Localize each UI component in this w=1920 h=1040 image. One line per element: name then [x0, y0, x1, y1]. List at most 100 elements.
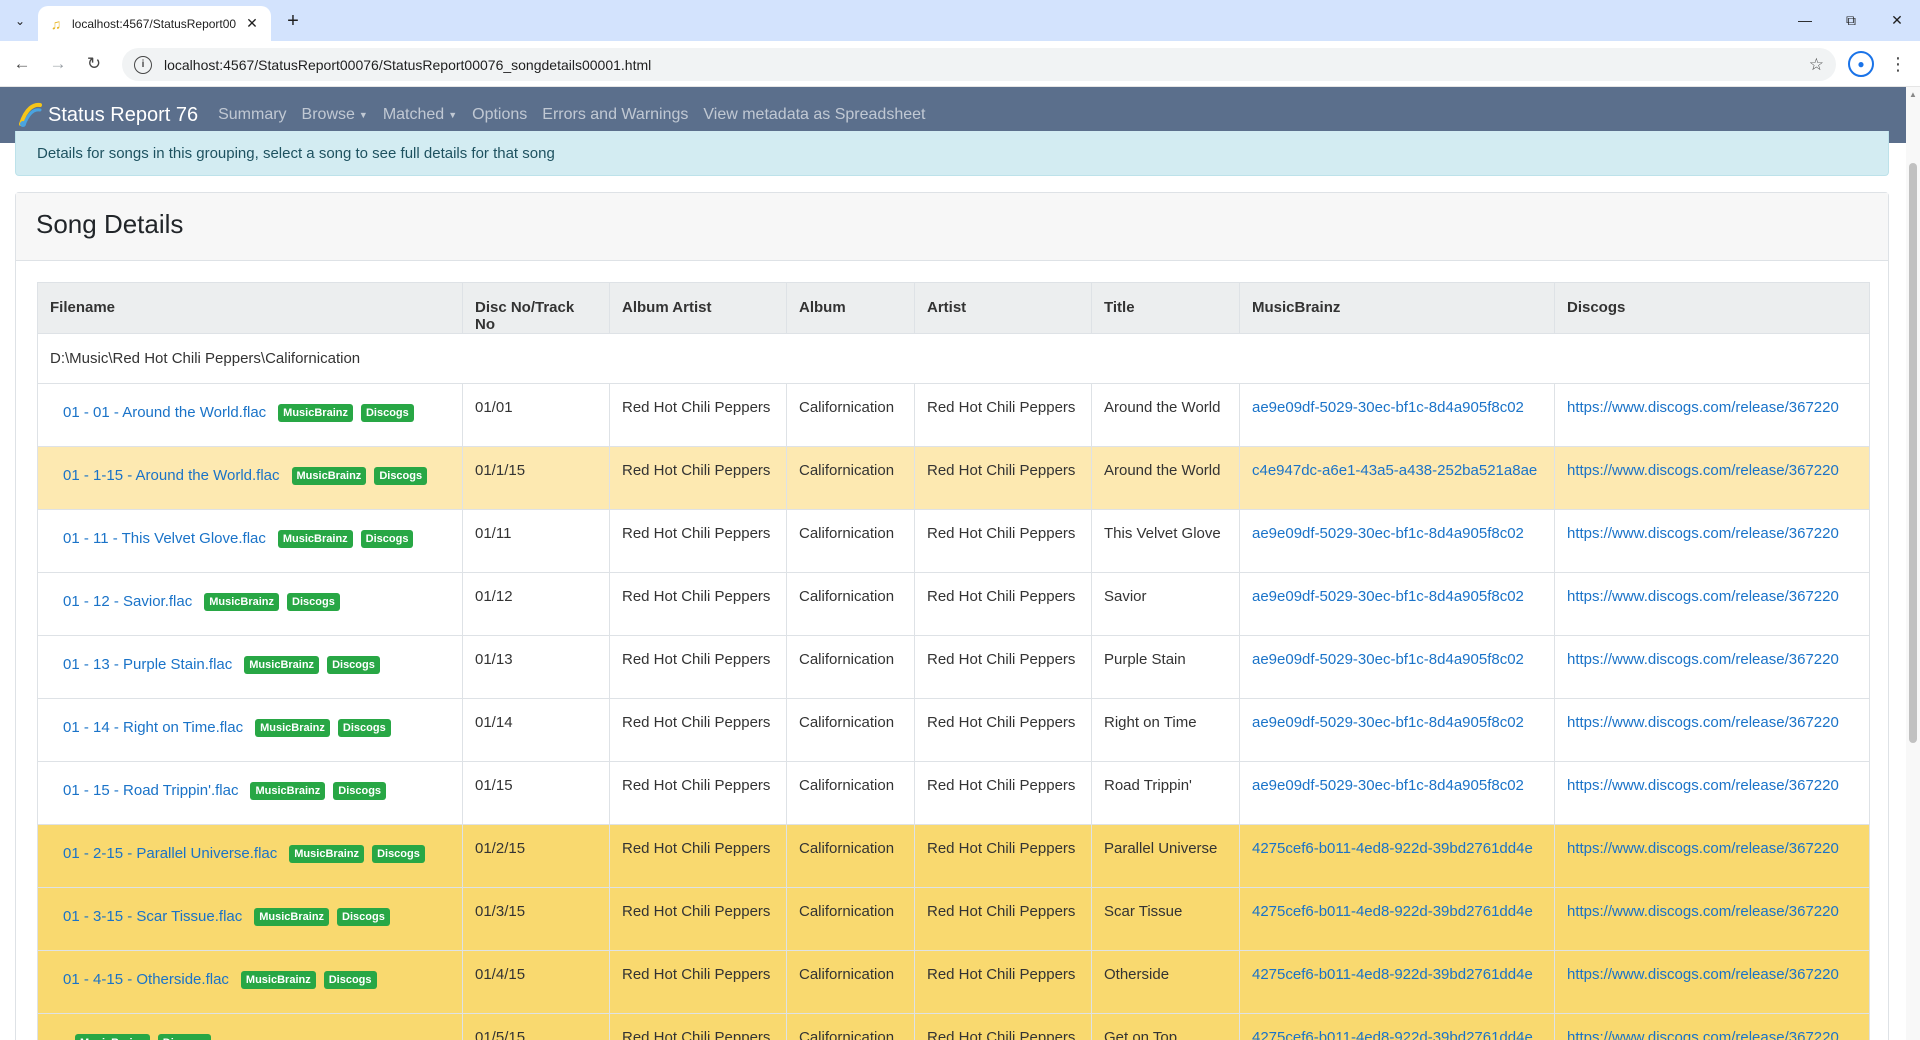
- musicbrainz-badge[interactable]: MusicBrainz: [204, 593, 280, 611]
- restore-icon[interactable]: ⧉: [1828, 6, 1874, 34]
- table-row: 01 - 1-15 - Around the World.flac MusicBr…: [37, 446, 1870, 510]
- discogs-badge[interactable]: Discogs: [287, 593, 340, 611]
- musicbrainz-link[interactable]: c4e947dc-a6e1-43a5-a438-252ba521a8ae: [1252, 462, 1542, 479]
- bookmark-star-icon[interactable]: ☆: [1809, 55, 1824, 75]
- header-disc-track[interactable]: Disc No/Track No: [462, 282, 610, 334]
- discogs-link[interactable]: https://www.discogs.com/release/367220: [1567, 1029, 1857, 1040]
- filename-link[interactable]: 01 - 3-15 - Scar Tissue.flac: [63, 908, 242, 925]
- nav-browse[interactable]: Browse ▼: [302, 106, 368, 124]
- reload-icon[interactable]: ↻: [80, 50, 108, 78]
- musicbrainz-link[interactable]: 4275cef6-b011-4ed8-922d-39bd2761dd4e: [1252, 966, 1542, 983]
- filename-link[interactable]: 01 - 01 - Around the World.flac: [63, 404, 266, 421]
- discogs-link[interactable]: https://www.discogs.com/release/367220: [1567, 525, 1857, 542]
- filename-link[interactable]: 01 - 11 - This Velvet Glove.flac: [63, 530, 266, 547]
- musicbrainz-link[interactable]: 4275cef6-b011-4ed8-922d-39bd2761dd4e: [1252, 840, 1542, 857]
- filename-link[interactable]: 01 - 14 - Right on Time.flac: [63, 719, 243, 736]
- musicbrainz-link[interactable]: ae9e09df-5029-30ec-bf1c-8d4a905f8c02: [1252, 525, 1542, 542]
- filename-link[interactable]: 01 - 2-15 - Parallel Universe.flac: [63, 845, 277, 862]
- nav-matched-label: Matched: [382, 106, 445, 123]
- close-icon[interactable]: ✕: [243, 15, 261, 33]
- musicbrainz-badge[interactable]: MusicBrainz: [255, 719, 330, 737]
- musicbrainz-link[interactable]: ae9e09df-5029-30ec-bf1c-8d4a905f8c02: [1252, 714, 1542, 731]
- header-album-artist[interactable]: Album Artist: [609, 282, 787, 334]
- header-discogs[interactable]: Discogs: [1554, 282, 1870, 334]
- musicbrainz-link[interactable]: ae9e09df-5029-30ec-bf1c-8d4a905f8c02: [1252, 399, 1542, 416]
- discogs-link[interactable]: https://www.discogs.com/release/367220: [1567, 714, 1857, 731]
- url-text[interactable]: localhost:4567/StatusReport00076/StatusR…: [164, 57, 1809, 73]
- minimize-icon[interactable]: —: [1782, 6, 1828, 34]
- group-folder-path: D:\Music\Red Hot Chili Peppers\Californi…: [37, 333, 1870, 384]
- musicbrainz-link[interactable]: ae9e09df-5029-30ec-bf1c-8d4a905f8c02: [1252, 588, 1542, 605]
- tab-search-icon[interactable]: ⌄: [8, 9, 32, 33]
- discogs-badge[interactable]: Discogs: [337, 908, 390, 926]
- album-cell: Californication: [786, 509, 915, 573]
- new-tab-icon[interactable]: +: [280, 8, 306, 34]
- filename-link[interactable]: 01 - 12 - Savior.flac: [63, 593, 192, 610]
- musicbrainz-link[interactable]: 4275cef6-b011-4ed8-922d-39bd2761dd4e: [1252, 1029, 1542, 1040]
- header-artist[interactable]: Artist: [914, 282, 1092, 334]
- scroll-up-icon[interactable]: ▲: [1909, 90, 1917, 99]
- address-bar[interactable]: i localhost:4567/StatusReport00076/Statu…: [122, 48, 1836, 81]
- discogs-badge[interactable]: Discogs: [374, 467, 428, 485]
- title-cell: Scar Tissue: [1091, 887, 1240, 951]
- discogs-badge[interactable]: Discogs: [157, 1034, 211, 1040]
- browser-tab[interactable]: ♫ localhost:4567/StatusReport00 ✕: [38, 6, 271, 41]
- filename-link[interactable]: 01 - 13 - Purple Stain.flac: [63, 656, 232, 673]
- page-scrollbar[interactable]: ▲: [1906, 87, 1920, 1040]
- title-cell: Road Trippin': [1091, 761, 1240, 825]
- header-filename[interactable]: Filename: [37, 282, 463, 334]
- filename-link[interactable]: 01 - 1-15 - Around the World.flac: [63, 467, 280, 484]
- musicbrainz-badge[interactable]: MusicBrainz: [278, 404, 353, 422]
- window-close-icon[interactable]: ✕: [1874, 6, 1920, 34]
- info-icon[interactable]: i: [134, 55, 152, 74]
- nav-view-metadata-spreadsheet[interactable]: View metadata as Spreadsheet: [703, 106, 925, 124]
- musicbrainz-badge[interactable]: MusicBrainz: [240, 971, 316, 989]
- musicbrainz-badge[interactable]: MusicBrainz: [289, 845, 365, 863]
- musicbrainz-cell: ae9e09df-5029-30ec-bf1c-8d4a905f8c02: [1239, 572, 1555, 636]
- nav-errors-and-warnings[interactable]: Errors and Warnings: [542, 106, 688, 124]
- musicbrainz-badge[interactable]: MusicBrainz: [250, 782, 326, 800]
- discogs-link[interactable]: https://www.discogs.com/release/367220: [1567, 462, 1857, 479]
- musicbrainz-badge[interactable]: MusicBrainz: [244, 656, 320, 674]
- header-album[interactable]: Album: [786, 282, 915, 334]
- browser-tabstrip: ⌄ ♫ localhost:4567/StatusReport00 ✕ + — …: [0, 0, 1920, 41]
- discogs-link[interactable]: https://www.discogs.com/release/367220: [1567, 966, 1857, 983]
- musicbrainz-link[interactable]: ae9e09df-5029-30ec-bf1c-8d4a905f8c02: [1252, 777, 1542, 794]
- profile-icon[interactable]: ●: [1848, 51, 1874, 77]
- musicbrainz-badge[interactable]: MusicBrainz: [291, 467, 367, 485]
- forward-arrow-icon[interactable]: →: [44, 50, 72, 78]
- musicbrainz-link[interactable]: 4275cef6-b011-4ed8-922d-39bd2761dd4e: [1252, 903, 1542, 920]
- back-arrow-icon[interactable]: ←: [8, 50, 36, 78]
- brand[interactable]: Status Report 76: [18, 102, 198, 128]
- musicbrainz-badge[interactable]: MusicBrainz: [75, 1034, 150, 1040]
- discogs-badge[interactable]: Discogs: [360, 530, 414, 548]
- discogs-link[interactable]: https://www.discogs.com/release/367220: [1567, 651, 1857, 668]
- filename-link[interactable]: 01 - 15 - Road Trippin'.flac: [63, 782, 238, 799]
- discogs-link[interactable]: https://www.discogs.com/release/367220: [1567, 903, 1857, 920]
- discogs-link[interactable]: https://www.discogs.com/release/367220: [1567, 777, 1857, 794]
- discogs-badge[interactable]: Discogs: [327, 656, 380, 674]
- musicbrainz-link[interactable]: ae9e09df-5029-30ec-bf1c-8d4a905f8c02: [1252, 651, 1542, 668]
- discogs-badge[interactable]: Discogs: [333, 782, 387, 800]
- kebab-menu-icon[interactable]: ⋮: [1888, 51, 1908, 77]
- header-musicbrainz[interactable]: MusicBrainz: [1239, 282, 1555, 334]
- discogs-badge[interactable]: Discogs: [372, 845, 425, 863]
- musicbrainz-badge[interactable]: MusicBrainz: [277, 530, 353, 548]
- discogs-badge[interactable]: Discogs: [337, 719, 391, 737]
- nav-summary[interactable]: Summary: [218, 106, 286, 124]
- header-title[interactable]: Title: [1091, 282, 1240, 334]
- scroll-thumb[interactable]: [1909, 163, 1917, 743]
- discogs-link[interactable]: https://www.discogs.com/release/367220: [1567, 840, 1857, 857]
- table-row: 01 - 4-15 - Otherside.flac MusicBrainz Dis…: [37, 950, 1870, 1014]
- title-cell: Around the World: [1091, 446, 1240, 510]
- discogs-badge[interactable]: Discogs: [360, 404, 414, 422]
- discogs-link[interactable]: https://www.discogs.com/release/367220: [1567, 588, 1857, 605]
- artist-cell: Red Hot Chili Peppers: [914, 383, 1092, 447]
- filename-link[interactable]: 01 - 4-15 - Otherside.flac: [63, 971, 229, 988]
- musicbrainz-badge[interactable]: MusicBrainz: [254, 908, 330, 926]
- discogs-link[interactable]: https://www.discogs.com/release/367220: [1567, 399, 1857, 416]
- album-artist-cell: Red Hot Chili Peppers: [609, 761, 787, 825]
- nav-options[interactable]: Options: [472, 106, 527, 124]
- discogs-badge[interactable]: Discogs: [323, 971, 377, 989]
- nav-matched[interactable]: Matched ▼: [383, 106, 457, 124]
